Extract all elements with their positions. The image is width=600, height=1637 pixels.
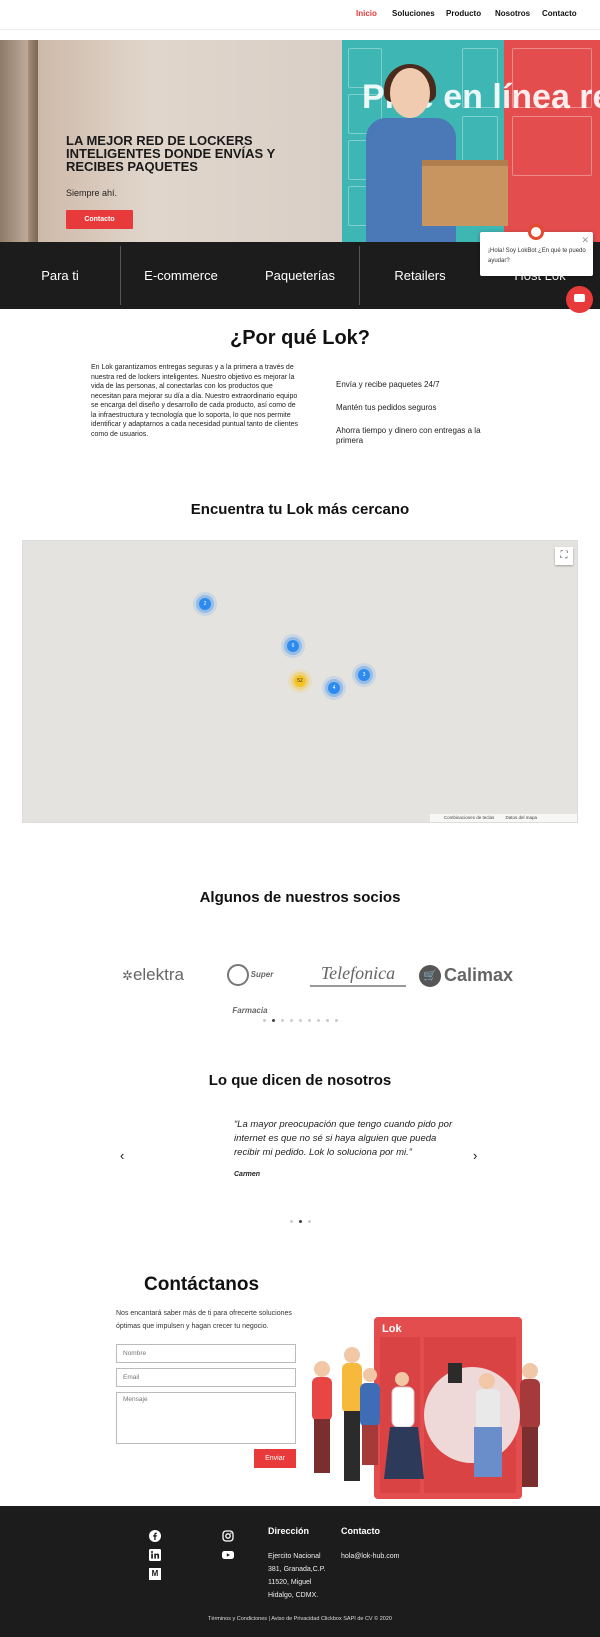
carousel-dot[interactable] [316, 1019, 320, 1022]
hero-pillar [28, 40, 38, 242]
why-benefits-list: Envía y recibe paquetes 24/7 Mantén tus … [336, 380, 496, 459]
page: Inicio Soluciones Producto Nosotros Cont… [0, 0, 600, 1637]
carousel-dot[interactable] [307, 1019, 311, 1022]
map-cluster-marker[interactable]: 2 [199, 598, 211, 610]
locker-map[interactable]: ⛶ 2 6 52 4 3 Combinaciones de teclas Dat… [22, 540, 578, 823]
map-title: Encuentra tu Lok más cercano [190, 501, 410, 518]
contact-email-link[interactable]: hola@lok-hub.com [341, 1550, 399, 1563]
hero-banner: Pide en línea recolecta aquí LA MEJOR RE… [0, 40, 600, 242]
address-line: Ejercito Nacional [268, 1553, 321, 1560]
benefit-item: Mantén tus pedidos seguros [336, 403, 437, 412]
category-para-ti[interactable]: Para ti [0, 242, 120, 309]
farmacia-emblem-icon [226, 963, 249, 986]
address-title: Dirección [268, 1526, 310, 1536]
map-cluster-marker[interactable]: 6 [287, 640, 299, 652]
chatbot-message: ¡Hola! Soy LokBot ¿En qué te puedo ayuda… [488, 248, 586, 264]
elektra-icon: ✲ [122, 968, 133, 983]
map-shortcuts-link[interactable]: Combinaciones de teclas [444, 815, 494, 820]
nav-inicio[interactable]: Inicio [356, 9, 377, 18]
top-nav: Inicio Soluciones Producto Nosotros Cont… [0, 0, 600, 30]
category-paqueterias[interactable]: Paqueterías [241, 242, 359, 309]
footer-copyright[interactable]: Términos y Condiciones | Aviso de Privac… [0, 1616, 600, 1622]
carousel-dot[interactable] [271, 1019, 275, 1022]
hero-woman-illustration [360, 64, 510, 242]
carousel-dot[interactable] [289, 1019, 293, 1022]
partner-name: elektra [132, 965, 184, 984]
testimonial-author: Carmen [234, 1171, 261, 1178]
partner-logo-super-farmacia: Super Farmacia [215, 957, 285, 1015]
locker-brand: Lok [382, 1323, 402, 1335]
carousel-dot[interactable] [325, 1019, 329, 1022]
chevron-left-icon[interactable]: ‹ [120, 1148, 124, 1163]
carousel-dot[interactable] [298, 1220, 302, 1223]
testimonial-quote: “La mayor preocupación que tengo cuando … [234, 1119, 453, 1158]
testimonials-title: Lo que dicen de nosotros [208, 1072, 392, 1089]
benefit-item: Ahorra tiempo y dinero con entregas a la… [336, 426, 481, 445]
nav-soluciones[interactable]: Soluciones [392, 9, 435, 18]
testimonials-carousel-dots[interactable] [0, 1220, 600, 1223]
chat-icon [574, 294, 585, 302]
contact-title: Contáctanos [144, 1274, 260, 1295]
address-line: 11520, Miguel [268, 1579, 312, 1586]
chat-open-button[interactable] [566, 286, 593, 313]
contact-heading: Contacto [341, 1526, 380, 1536]
locker-cell [512, 116, 592, 176]
fullscreen-icon[interactable]: ⛶ [555, 547, 573, 565]
hero-contact-button[interactable]: Contacto [66, 210, 133, 229]
map-cluster-marker[interactable]: 4 [328, 682, 340, 694]
contact-illustration: Lok [312, 1317, 540, 1499]
partner-logo-telefonica: Telefonica [310, 957, 406, 987]
carousel-dot[interactable] [298, 1019, 302, 1022]
nav-producto[interactable]: Producto [446, 9, 481, 18]
package-box [422, 160, 508, 226]
close-icon[interactable]: ✕ [581, 235, 589, 245]
facebook-icon[interactable] [149, 1530, 161, 1542]
why-text: En Lok garantizamos entregas seguras y a… [91, 364, 299, 438]
linkedin-icon[interactable] [149, 1549, 161, 1561]
partner-logo-calimax: 🛒 Calimax [414, 957, 518, 993]
carousel-dot[interactable] [280, 1019, 284, 1022]
carousel-dot[interactable] [307, 1220, 311, 1223]
carousel-dot[interactable] [289, 1220, 293, 1223]
partners-carousel-dots[interactable] [0, 1019, 600, 1022]
address-line: 381, Granada,C.P. [268, 1566, 326, 1573]
carousel-dot[interactable] [334, 1019, 338, 1022]
address-line: Hidalgo, CDMX. [268, 1592, 319, 1599]
nav-nosotros[interactable]: Nosotros [495, 9, 530, 18]
address-block: Ejercito Nacional 381, Granada,C.P. 1152… [268, 1550, 325, 1602]
nav-contacto[interactable]: Contacto [542, 9, 577, 18]
medium-icon[interactable]: M [149, 1568, 161, 1580]
category-ecommerce[interactable]: E-commerce [121, 242, 241, 309]
why-title: ¿Por qué Lok? [230, 327, 370, 349]
locker-screen [448, 1363, 462, 1383]
map-attribution: Combinaciones de teclas Datos del mapa [429, 814, 577, 822]
chevron-right-icon[interactable]: › [473, 1148, 477, 1163]
category-retailers[interactable]: Retailers [360, 242, 480, 309]
partner-name: Calimax [443, 965, 514, 985]
instagram-icon[interactable] [222, 1530, 234, 1542]
cart-icon: 🛒 [418, 965, 441, 988]
hero-subtitle: Siempre ahí. [66, 188, 118, 198]
hero-title: LA MEJOR RED DE LOCKERS INTELIGENTES DON… [66, 133, 276, 174]
footer: M Dirección Ejercito Nacional 381, Grana… [0, 1506, 600, 1637]
map-data-link[interactable]: Datos del mapa [505, 815, 537, 820]
head [390, 68, 430, 118]
map-cluster-marker[interactable]: 52 [294, 675, 306, 687]
benefit-item: Envía y recibe paquetes 24/7 [336, 380, 440, 389]
map-cluster-marker[interactable]: 3 [358, 669, 370, 681]
youtube-icon[interactable] [222, 1549, 234, 1561]
partners-title: Algunos de nuestros socios [199, 889, 401, 906]
chatbot-avatar-icon [528, 224, 544, 240]
carousel-dot[interactable] [262, 1019, 266, 1022]
partner-logo-elektra: ✲elektra [104, 957, 202, 993]
